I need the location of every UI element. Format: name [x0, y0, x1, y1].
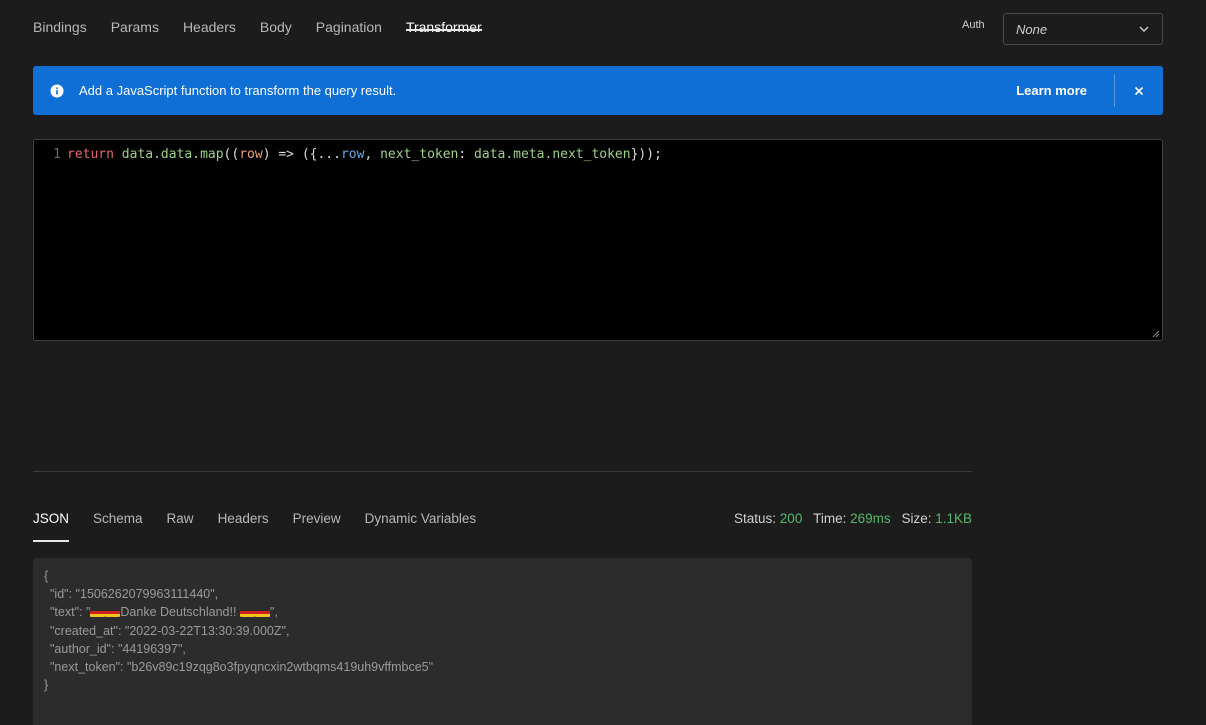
panel-divider — [33, 471, 972, 472]
status-label: Status: — [734, 511, 777, 526]
auth-select[interactable]: None — [1003, 13, 1163, 45]
transformer-code-editor[interactable]: 1 return data.data.map((row) => ({...row… — [33, 139, 1163, 341]
code-token: row — [340, 147, 365, 162]
json-id-line: "id": "1506262079963111440", — [50, 587, 219, 602]
tab-response-headers[interactable]: Headers — [218, 500, 269, 542]
code-token: row — [239, 147, 263, 162]
germany-flag-icon — [105, 607, 121, 618]
tab-preview[interactable]: Preview — [293, 500, 341, 542]
code-token: data.data.map — [121, 147, 224, 162]
time-label: Time: — [813, 511, 847, 526]
json-open-brace: { — [44, 569, 49, 583]
query-tabs: Bindings Params Headers Body Pagination … — [33, 0, 506, 50]
code-text: return data.data.map((row) => ({...row, … — [67, 147, 662, 162]
response-tabs: JSON Schema Raw Headers Preview Dynamic … — [33, 500, 500, 542]
response-stats: Status: 200 Time: 269ms Size: 1.1KB — [734, 511, 972, 526]
tab-body[interactable]: Body — [260, 0, 292, 35]
close-banner-button[interactable] — [1115, 66, 1163, 115]
code-token: return — [67, 147, 114, 162]
size-value: 1.1KB — [935, 511, 972, 526]
auth-label: Auth — [962, 19, 985, 31]
chevron-down-icon — [1139, 26, 1149, 32]
line-number: 1 — [53, 147, 61, 162]
status-value: 200 — [779, 511, 803, 526]
size-label: Size: — [901, 511, 932, 526]
time-stat: Time: 269ms — [813, 511, 891, 526]
json-output: { "id": "1506262079963111440", "text": "… — [33, 558, 972, 725]
json-token-line: "next_token": "b26v89c19zqg8o3fpyqncxin2… — [50, 660, 434, 675]
json-text-suffix: ", — [269, 605, 278, 620]
json-close-brace: } — [44, 678, 49, 693]
tab-json[interactable]: JSON — [33, 500, 70, 542]
json-text-middle: Danke Deutschland!! — [120, 605, 240, 620]
germany-flag-icon — [254, 607, 270, 618]
json-text-prefix: "text": " — [50, 605, 91, 620]
auth-select-value: None — [1016, 21, 1048, 37]
tab-raw[interactable]: Raw — [167, 500, 194, 542]
tab-bindings[interactable]: Bindings — [33, 0, 87, 35]
tab-transformer[interactable]: Transformer — [405, 0, 482, 35]
learn-more-link[interactable]: Learn more — [1016, 83, 1114, 98]
status-stat: Status: 200 — [734, 511, 802, 526]
code-token: : — [458, 147, 475, 162]
size-stat: Size: 1.1KB — [901, 511, 972, 526]
code-token: , — [364, 147, 381, 162]
code-token: ) => ({... — [262, 147, 341, 162]
info-banner: Add a JavaScript function to transform t… — [33, 66, 1163, 115]
code-line: 1 return data.data.map((row) => ({...row… — [34, 147, 662, 162]
json-text-line: "text": " Danke Deutschland!! ", — [44, 603, 961, 621]
tab-dynamic-variables[interactable]: Dynamic Variables — [365, 500, 477, 542]
code-token: next_token — [380, 147, 459, 162]
resize-handle-icon[interactable] — [1152, 330, 1160, 338]
code-token: })); — [630, 147, 662, 162]
banner-message: Add a JavaScript function to transform t… — [79, 83, 397, 98]
time-value: 269ms — [850, 511, 891, 526]
code-token: data.meta.next_token — [474, 147, 631, 162]
germany-flag-icon — [239, 607, 255, 618]
tab-params[interactable]: Params — [111, 0, 159, 35]
tab-schema[interactable]: Schema — [93, 500, 143, 542]
json-created-line: "created_at": "2022-03-22T13:30:39.000Z"… — [50, 623, 290, 638]
info-icon — [50, 84, 64, 97]
code-token: (( — [223, 147, 240, 162]
json-author-line: "author_id": "44196397", — [50, 641, 186, 656]
germany-flag-icon — [90, 607, 106, 618]
tab-headers[interactable]: Headers — [183, 0, 236, 35]
tab-pagination[interactable]: Pagination — [316, 0, 382, 35]
close-icon — [1134, 86, 1144, 95]
